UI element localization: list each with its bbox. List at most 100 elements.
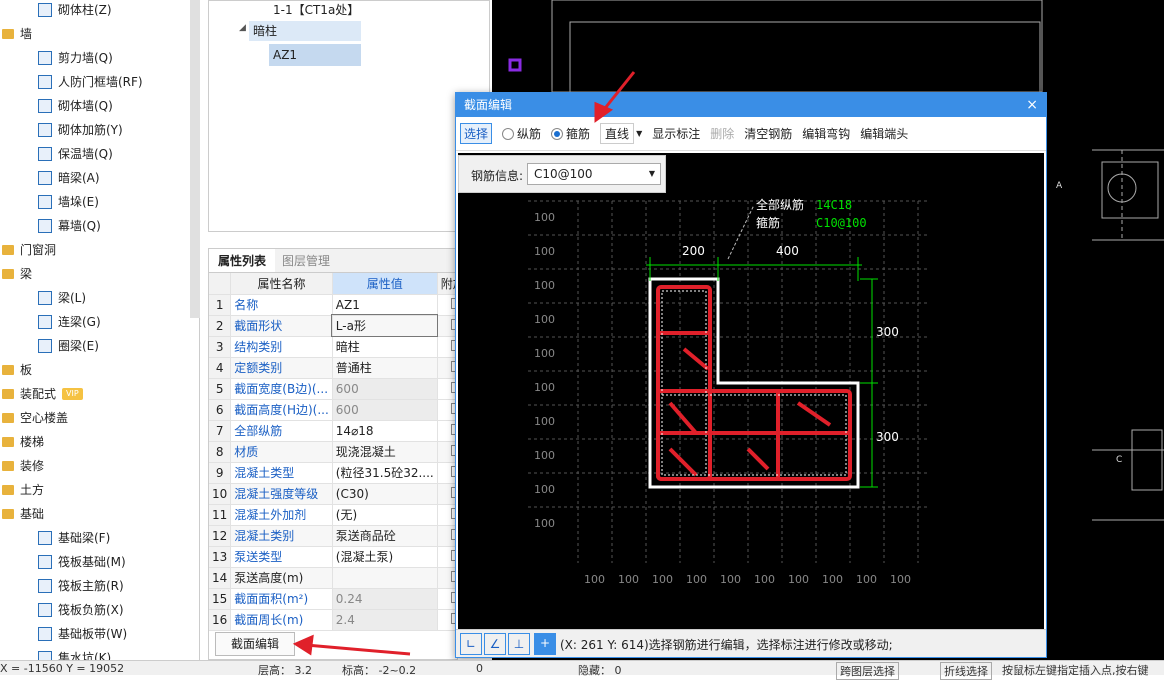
- property-value[interactable]: 2.4: [332, 609, 438, 631]
- cross-layer-select-button[interactable]: 跨图层选择: [836, 662, 899, 680]
- tree-item[interactable]: 圈梁(E): [38, 334, 99, 358]
- property-name: 截面宽度(B边)(...: [230, 378, 333, 400]
- masonry-wall-icon: [38, 99, 52, 113]
- table-row[interactable]: 7 全部纵筋 14⌀18: [209, 420, 457, 442]
- property-value[interactable]: AZ1: [332, 294, 438, 316]
- section-canvas[interactable]: 钢筋信息: C10@100 ▼ 100 100 100 100 100 100 100 100…: [458, 153, 1044, 631]
- line-mode-select[interactable]: 直线: [600, 123, 635, 144]
- tab-properties[interactable]: 属性列表: [209, 249, 275, 272]
- table-row[interactable]: 12 混凝土类别 泵送商品砼: [209, 525, 457, 547]
- tree-item-label: 幕墙(Q): [58, 219, 101, 233]
- tree-item[interactable]: 梁(L): [38, 286, 86, 310]
- table-row[interactable]: 9 混凝土类型 (粒径31.5砼32....: [209, 462, 457, 484]
- dim-300-upper[interactable]: 300: [876, 325, 899, 339]
- table-row[interactable]: 15 截面面积(m²) 0.24: [209, 588, 457, 610]
- property-value[interactable]: (C30): [332, 483, 438, 505]
- tree-item[interactable]: 保温墙(Q): [38, 142, 113, 166]
- property-value[interactable]: (混凝土泵): [332, 546, 438, 568]
- delete-button[interactable]: 删除: [710, 125, 734, 142]
- tree-item[interactable]: 筏板负筋(X): [38, 598, 124, 622]
- table-row[interactable]: 2 截面形状 L-a形: [209, 314, 457, 337]
- list-item-az1[interactable]: AZ1: [269, 44, 361, 66]
- edit-end-button[interactable]: 编辑端头: [860, 125, 908, 142]
- tree-item[interactable]: 筏板基础(M): [38, 550, 126, 574]
- property-value[interactable]: 现浇混凝土: [332, 441, 438, 463]
- tree-item[interactable]: 砌体墙(Q): [38, 94, 113, 118]
- dim-300-lower[interactable]: 300: [876, 430, 899, 444]
- table-row[interactable]: 6 截面高度(H边)(... 600: [209, 399, 457, 421]
- tree-item[interactable]: 梁: [2, 262, 32, 286]
- tree-item-label: 筏板负筋(X): [58, 603, 124, 617]
- tree-item[interactable]: 门窗洞: [2, 238, 56, 262]
- tree-item-label: 楼梯: [20, 435, 45, 449]
- table-row[interactable]: 14 泵送高度(m): [209, 567, 457, 589]
- label-stirrup[interactable]: 箍筋: [756, 215, 780, 230]
- polyline-select-button[interactable]: 折线选择: [940, 662, 992, 680]
- property-value[interactable]: 暗柱: [332, 336, 438, 358]
- clear-rebar-button[interactable]: 清空钢筋: [744, 125, 792, 142]
- angle-icon[interactable]: ∠: [484, 633, 506, 655]
- label-stirrup-value[interactable]: C10@100: [816, 216, 867, 230]
- long-rebar-radio[interactable]: 纵筋: [502, 125, 541, 142]
- tree-item[interactable]: 基础: [2, 502, 44, 526]
- tree-item[interactable]: 基础梁(F): [38, 526, 110, 550]
- section-edit-button[interactable]: 截面编辑: [215, 632, 295, 656]
- table-row[interactable]: 13 泵送类型 (混凝土泵): [209, 546, 457, 568]
- tree-item[interactable]: 连梁(G): [38, 310, 101, 334]
- property-value[interactable]: 600: [332, 378, 438, 400]
- property-value[interactable]: 14⌀18: [332, 420, 438, 442]
- property-value[interactable]: (无): [332, 504, 438, 526]
- tree-item[interactable]: 筏板主筋(R): [38, 574, 124, 598]
- property-value[interactable]: 泵送商品砼: [332, 525, 438, 547]
- list-group-hidden-column[interactable]: 暗柱: [249, 21, 361, 41]
- dim-400[interactable]: 400: [776, 244, 799, 258]
- property-value[interactable]: 普通柱: [332, 357, 438, 379]
- tree-item[interactable]: 集水坑(K): [38, 646, 111, 660]
- list-item-ct1a[interactable]: 1-1【CT1a处】: [273, 1, 359, 18]
- tree-item[interactable]: 人防门框墙(RF): [38, 70, 143, 94]
- table-row[interactable]: 4 定额类别 普通柱: [209, 357, 457, 379]
- tab-layers[interactable]: 图层管理: [275, 249, 337, 272]
- tree-item[interactable]: 空心楼盖: [2, 406, 68, 430]
- tree-item[interactable]: 土方: [2, 478, 44, 502]
- label-all-rebar-value[interactable]: 14C18: [816, 198, 852, 212]
- label-all-rebar[interactable]: 全部纵筋: [756, 197, 804, 212]
- table-row[interactable]: 16 截面周长(m) 2.4: [209, 609, 457, 631]
- tree-scrollbar[interactable]: [190, 0, 200, 318]
- show-dim-button[interactable]: 显示标注: [652, 125, 700, 142]
- table-row[interactable]: 11 混凝土外加剂 (无): [209, 504, 457, 526]
- tree-item[interactable]: 装配式 VIP: [2, 382, 83, 406]
- tree-item[interactable]: 砌体柱(Z): [38, 0, 112, 22]
- property-value[interactable]: (粒径31.5砼32....: [332, 462, 438, 484]
- table-row[interactable]: 5 截面宽度(B边)(... 600: [209, 378, 457, 400]
- table-row[interactable]: 1 名称 AZ1: [209, 294, 457, 316]
- property-value[interactable]: [332, 567, 438, 589]
- tree-item[interactable]: 基础板带(W): [38, 622, 127, 646]
- property-value[interactable]: 0.24: [332, 588, 438, 610]
- tree-item[interactable]: 墙垛(E): [38, 190, 99, 214]
- table-row[interactable]: 3 结构类别 暗柱: [209, 336, 457, 358]
- property-value[interactable]: 600: [332, 399, 438, 421]
- select-button[interactable]: 选择: [460, 123, 493, 144]
- dim-200[interactable]: 200: [682, 244, 705, 258]
- close-icon[interactable]: ×: [1026, 93, 1038, 117]
- tree-item[interactable]: 暗梁(A): [38, 166, 100, 190]
- perpendicular-icon[interactable]: ⊥: [508, 633, 530, 655]
- ortho-icon[interactable]: ∟: [460, 633, 482, 655]
- tree-item[interactable]: 板: [2, 358, 32, 382]
- table-row[interactable]: 8 材质 现浇混凝土: [209, 441, 457, 463]
- property-value[interactable]: L-a形: [331, 314, 439, 337]
- tree-item[interactable]: 幕墙(Q): [38, 214, 101, 238]
- stirrup-radio[interactable]: 箍筋: [551, 125, 590, 142]
- tree-item[interactable]: 楼梯: [2, 430, 44, 454]
- chevron-down-icon[interactable]: ▼: [636, 129, 642, 138]
- snap-icon[interactable]: +: [534, 633, 556, 655]
- tree-item[interactable]: 墙: [2, 22, 32, 46]
- tree-item[interactable]: 剪力墙(Q): [38, 46, 113, 70]
- collapse-icon[interactable]: ◢: [239, 23, 246, 33]
- table-row[interactable]: 10 混凝土强度等级 (C30): [209, 483, 457, 505]
- tree-item[interactable]: 装修: [2, 454, 44, 478]
- tree-item[interactable]: 砌体加筋(Y): [38, 118, 123, 142]
- properties-table: 属性名称 属性值 附加 1名称AZ12截面形状L-a形3结构类别暗柱4定额类别普…: [209, 273, 457, 631]
- edit-hook-button[interactable]: 编辑弯钩: [802, 125, 850, 142]
